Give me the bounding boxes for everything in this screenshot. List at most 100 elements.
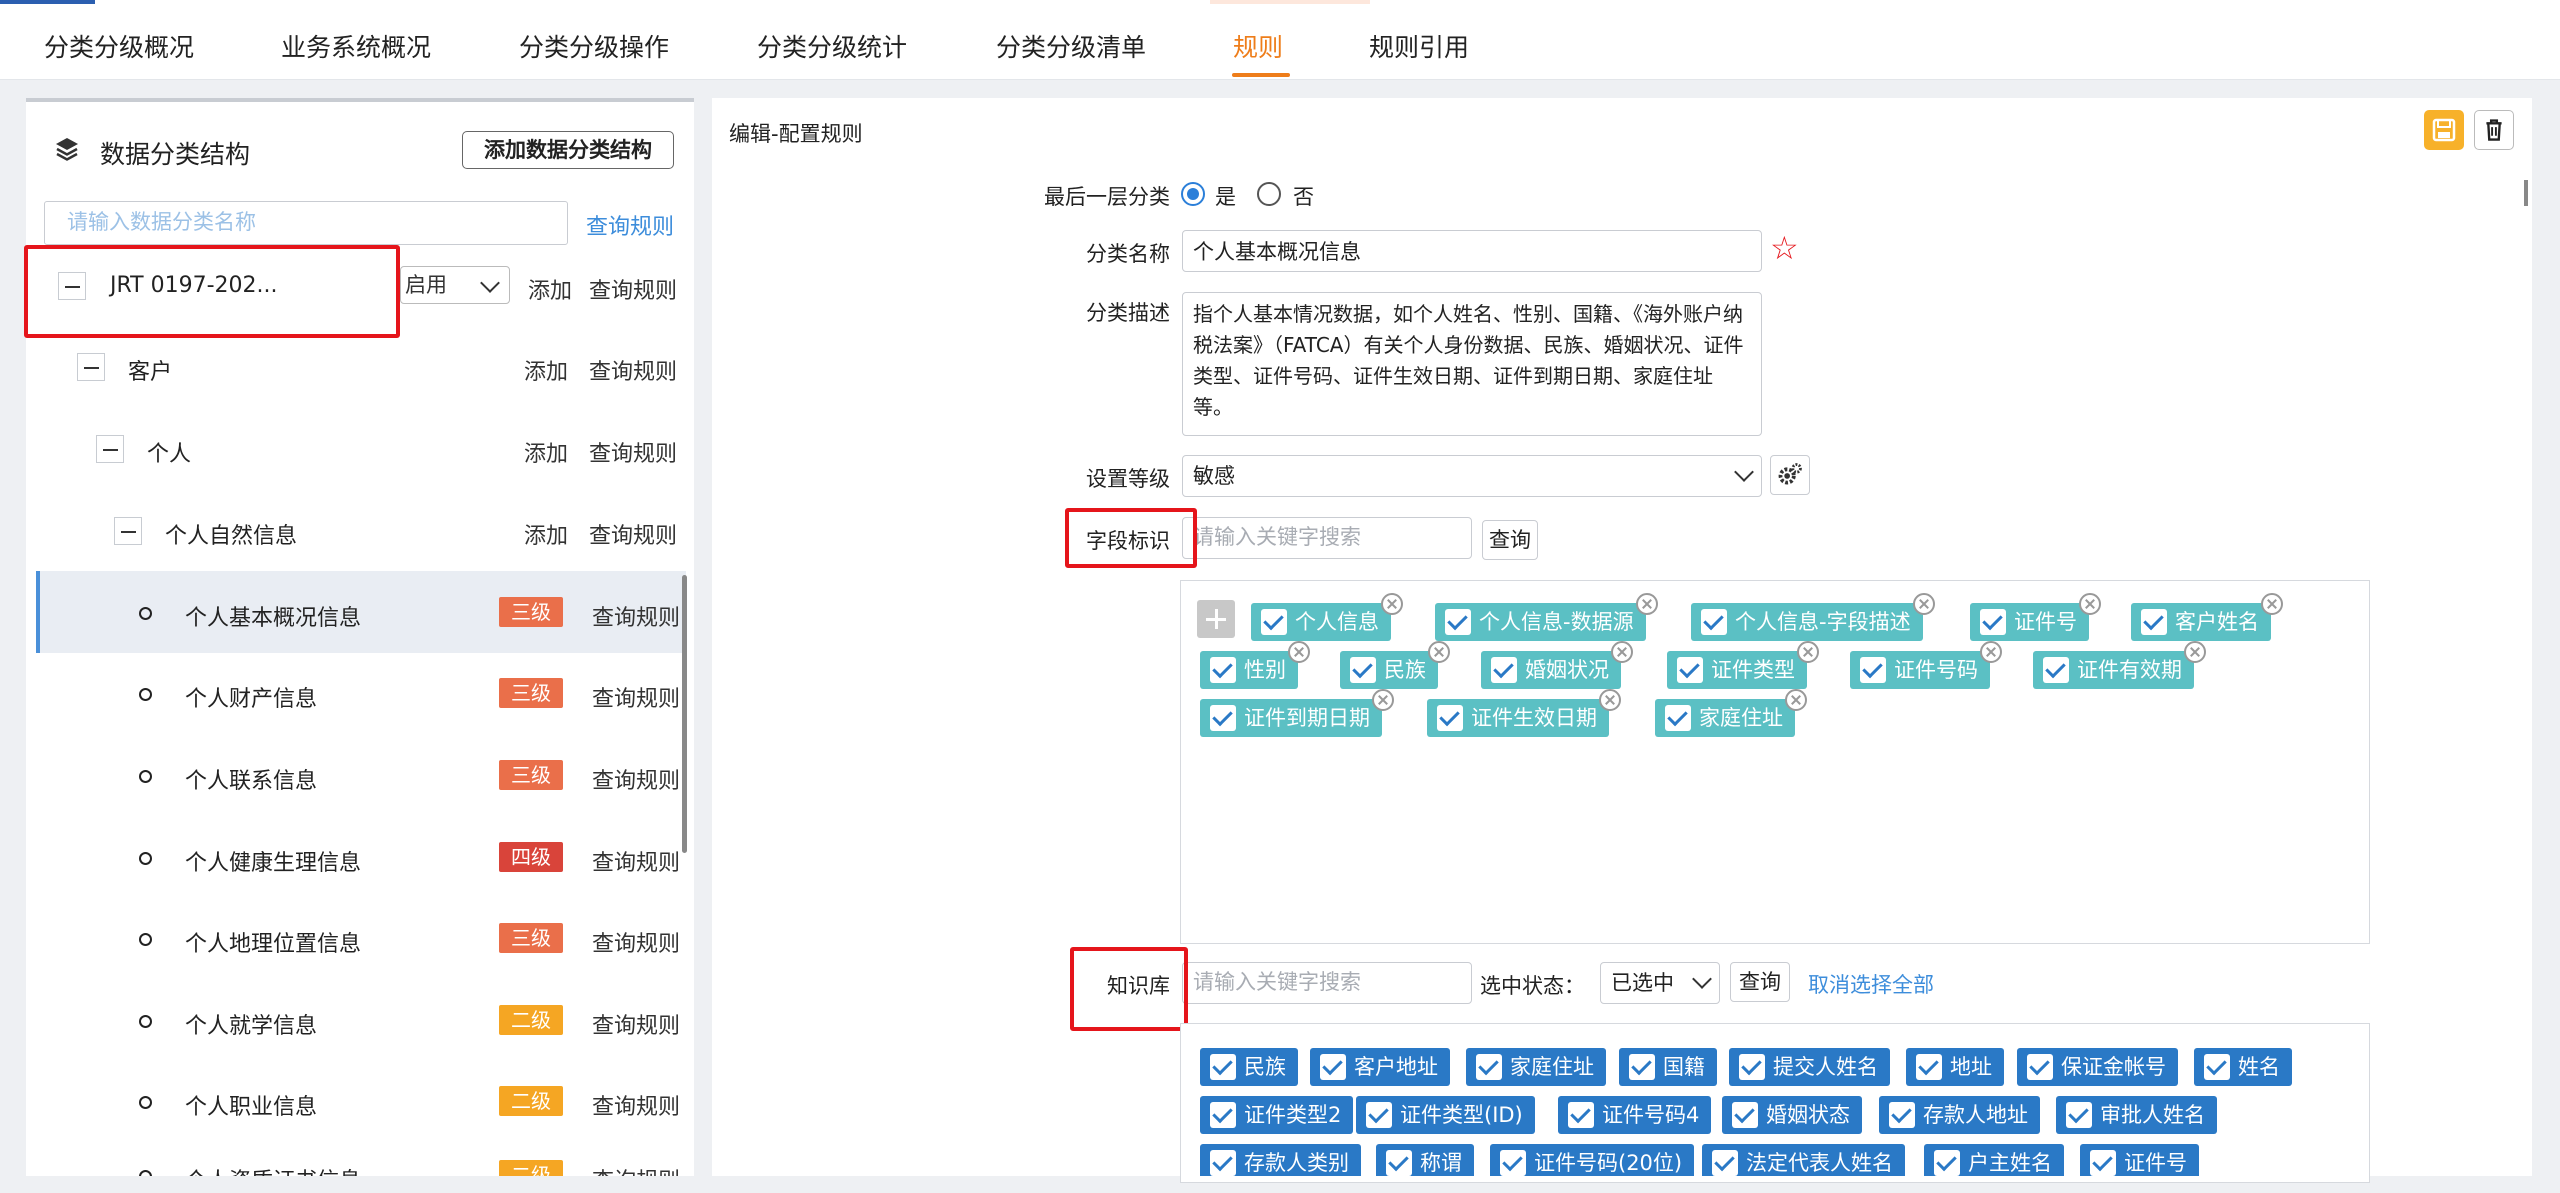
leaf-query-rule-button[interactable]: 查询规则 — [592, 1163, 680, 1176]
checkbox-checked-icon[interactable] — [1210, 1102, 1236, 1128]
kb-tag[interactable]: 证件号码4 — [1558, 1096, 1712, 1134]
kb-tag[interactable]: 婚姻状态 — [1722, 1096, 1862, 1134]
leaf-query-rule-button[interactable]: 查询规则 — [592, 1008, 680, 1040]
kb-tag[interactable]: 证件号 — [2080, 1144, 2199, 1176]
tab-overview[interactable]: 分类分级概况 — [44, 28, 194, 64]
checkbox-checked-icon[interactable] — [1739, 1054, 1765, 1080]
remove-tag-icon[interactable] — [1381, 593, 1403, 615]
remove-tag-icon[interactable] — [1980, 641, 2002, 663]
field-query-button[interactable]: 查询 — [1482, 520, 1538, 560]
tree-leaf-label[interactable]: 个人资质证书信息 — [185, 1163, 361, 1176]
field-tag[interactable]: 婚姻状况 — [1481, 641, 1633, 689]
checkbox-checked-icon[interactable] — [1261, 609, 1287, 635]
kb-tag[interactable]: 证件类型(ID) — [1356, 1096, 1535, 1134]
checkbox-checked-icon[interactable] — [1889, 1102, 1915, 1128]
tree-leaf-label[interactable]: 个人职业信息 — [185, 1089, 317, 1121]
kb-tag[interactable]: 存款人类别 — [1200, 1144, 1361, 1176]
field-tag[interactable]: 民族 — [1340, 641, 1450, 689]
tab-operations[interactable]: 分类分级操作 — [519, 28, 669, 64]
checkbox-checked-icon[interactable] — [2066, 1102, 2092, 1128]
kb-tag[interactable]: 姓名 — [2194, 1048, 2292, 1086]
checkbox-checked-icon[interactable] — [2043, 657, 2069, 683]
checkbox-checked-icon[interactable] — [1210, 1054, 1236, 1080]
checkbox-checked-icon[interactable] — [1934, 1150, 1960, 1176]
node-query-rule-button[interactable]: 查询规则 — [589, 518, 677, 550]
remove-tag-icon[interactable] — [2261, 593, 2283, 615]
delete-button[interactable] — [2474, 110, 2514, 150]
node-add-button[interactable]: 添加 — [524, 354, 568, 386]
tree-scrollbar[interactable] — [682, 575, 687, 853]
root-add-button[interactable]: 添加 — [528, 273, 572, 305]
deselect-all-link[interactable]: 取消选择全部 — [1808, 969, 1934, 999]
kb-tag[interactable]: 存款人地址 — [1879, 1096, 2040, 1134]
tree-leaf-label[interactable]: 个人财产信息 — [185, 681, 317, 713]
collapse-icon[interactable] — [114, 517, 142, 545]
level-select[interactable]: 敏感 — [1182, 455, 1762, 497]
checkbox-checked-icon[interactable] — [1701, 609, 1727, 635]
tab-statistics[interactable]: 分类分级统计 — [757, 28, 907, 64]
collapse-icon[interactable] — [77, 353, 105, 381]
root-query-rule-button[interactable]: 查询规则 — [589, 273, 677, 305]
checkbox-checked-icon[interactable] — [1437, 705, 1463, 731]
save-button[interactable] — [2424, 110, 2464, 150]
tree-node-label[interactable]: 个人自然信息 — [165, 518, 297, 550]
tab-list[interactable]: 分类分级清单 — [996, 28, 1146, 64]
kb-tag[interactable]: 户主姓名 — [1924, 1144, 2064, 1176]
tab-rule-references[interactable]: 规则引用 — [1369, 28, 1469, 64]
field-tag[interactable]: 个人信息-数据源 — [1435, 593, 1658, 641]
tab-rules[interactable]: 规则 — [1233, 28, 1283, 64]
checkbox-checked-icon[interactable] — [1712, 1150, 1738, 1176]
checkbox-checked-icon[interactable] — [1677, 657, 1703, 683]
kb-tag[interactable]: 审批人姓名 — [2056, 1096, 2217, 1134]
remove-tag-icon[interactable] — [1635, 593, 1658, 615]
classification-search-input[interactable] — [44, 201, 568, 245]
field-tag[interactable]: 客户姓名 — [2131, 593, 2283, 641]
kb-tag[interactable]: 法定代表人姓名 — [1702, 1144, 1905, 1176]
add-structure-button[interactable]: 添加数据分类结构 — [462, 131, 674, 169]
remove-tag-icon[interactable] — [1785, 689, 1807, 711]
remove-tag-icon[interactable] — [1599, 689, 1621, 711]
node-add-button[interactable]: 添加 — [524, 436, 568, 468]
tab-business-systems[interactable]: 业务系统概况 — [281, 28, 431, 64]
checkbox-checked-icon[interactable] — [2027, 1054, 2053, 1080]
field-tag[interactable]: 证件生效日期 — [1427, 689, 1621, 737]
checkbox-checked-icon[interactable] — [1860, 657, 1886, 683]
leaf-query-rule-button[interactable]: 查询规则 — [592, 681, 680, 713]
kb-tag[interactable]: 客户地址 — [1310, 1048, 1450, 1086]
tree-node-label[interactable]: 个人 — [147, 436, 191, 468]
kb-query-button[interactable]: 查询 — [1730, 962, 1790, 1002]
remove-tag-icon[interactable] — [1428, 641, 1450, 663]
star-icon[interactable]: ☆ — [1770, 232, 1799, 264]
remove-tag-icon[interactable] — [1372, 689, 1394, 711]
checkbox-checked-icon[interactable] — [1491, 657, 1517, 683]
remove-tag-icon[interactable] — [2079, 593, 2101, 615]
field-tag[interactable]: 性别 — [1200, 641, 1310, 689]
tree-leaf-label[interactable]: 个人联系信息 — [185, 763, 317, 795]
node-query-rule-button[interactable]: 查询规则 — [589, 354, 677, 386]
classification-name-input[interactable] — [1182, 230, 1762, 272]
radio-yes[interactable] — [1181, 182, 1205, 206]
search-query-rule-link[interactable]: 查询规则 — [586, 209, 674, 241]
checkbox-checked-icon[interactable] — [1210, 705, 1236, 731]
radio-no[interactable] — [1257, 182, 1281, 206]
remove-tag-icon[interactable] — [1611, 641, 1633, 663]
field-tag[interactable]: 个人信息-字段描述 — [1691, 593, 1935, 641]
leaf-query-rule-button[interactable]: 查询规则 — [592, 600, 680, 632]
field-tag[interactable]: 证件号码 — [1850, 641, 2002, 689]
field-tag[interactable]: 家庭住址 — [1655, 689, 1807, 737]
checkbox-checked-icon[interactable] — [1210, 657, 1236, 683]
checkbox-checked-icon[interactable] — [1732, 1102, 1758, 1128]
kb-tag[interactable]: 证件类型2 — [1200, 1096, 1354, 1134]
leaf-query-rule-button[interactable]: 查询规则 — [592, 1089, 680, 1121]
field-tag[interactable]: 证件号 — [1970, 593, 2101, 641]
checkbox-checked-icon[interactable] — [1445, 609, 1471, 635]
field-search-input[interactable] — [1182, 517, 1472, 559]
checkbox-checked-icon[interactable] — [1366, 1102, 1392, 1128]
add-tag-button[interactable] — [1197, 600, 1235, 638]
checkbox-checked-icon[interactable] — [1500, 1150, 1526, 1176]
field-tag[interactable]: 个人信息 — [1251, 593, 1403, 641]
checkbox-checked-icon[interactable] — [1665, 705, 1691, 731]
kb-tag[interactable]: 地址 — [1906, 1048, 2004, 1086]
leaf-query-rule-button[interactable]: 查询规则 — [592, 763, 680, 795]
field-tag[interactable]: 证件有效期 — [2033, 641, 2206, 689]
